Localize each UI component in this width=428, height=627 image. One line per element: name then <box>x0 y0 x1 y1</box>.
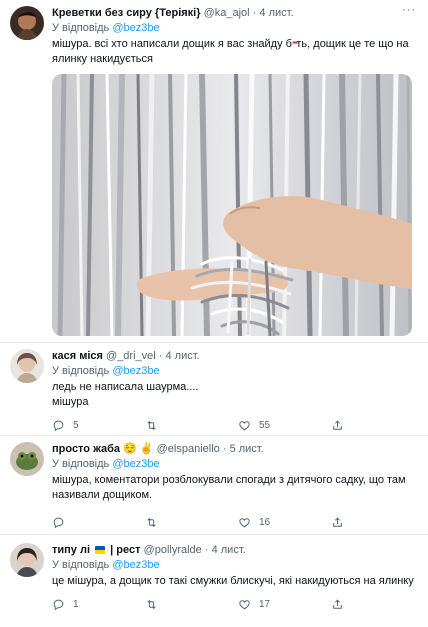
tinsel-photo[interactable] <box>52 74 412 336</box>
user-handle[interactable]: @ka_ajol <box>204 7 250 19</box>
tweet-actions: 5 55 <box>52 419 424 432</box>
share-icon <box>331 516 344 529</box>
tweet-header: Креветки без сиру {Теріякі} @ka_ajol · 4… <box>52 6 420 20</box>
tweet-4[interactable]: типу лі | рест @pollyralde · 4 лист. У в… <box>0 535 428 627</box>
user-handle[interactable]: @elspaniello <box>157 443 220 455</box>
retweet-icon <box>145 419 158 432</box>
avatar[interactable] <box>10 349 44 383</box>
share-icon <box>331 419 344 432</box>
reply-context: У відповідь @bez3be <box>52 559 160 571</box>
reply-button[interactable]: 1 <box>52 598 145 611</box>
retweet-icon <box>145 598 158 611</box>
tweet-2[interactable]: кася міся @_dri_vel · 4 лист. У відповід… <box>0 343 428 436</box>
tweet-header: просто жаба 😌 ✌️ @elspaniello · 5 лист. <box>52 442 420 456</box>
tweet-header: типу лі | рест @pollyralde · 4 лист. <box>52 543 420 557</box>
retweet-icon <box>145 516 158 529</box>
display-name[interactable]: Креветки без сиру {Теріякі} <box>52 7 201 19</box>
reply-to-link[interactable]: @bez3be <box>112 22 159 34</box>
share-button[interactable] <box>331 598 424 611</box>
avatar[interactable] <box>10 543 44 577</box>
tweet-actions: 16 <box>52 516 424 529</box>
share-button[interactable] <box>331 419 424 432</box>
display-name[interactable]: типу лі <box>52 544 90 556</box>
reply-to-link[interactable]: @bez3be <box>112 365 159 377</box>
reply-count: 1 <box>73 599 79 610</box>
like-count: 17 <box>259 599 271 610</box>
retweet-button[interactable] <box>145 419 238 432</box>
avatar[interactable] <box>10 6 44 40</box>
retweet-button[interactable] <box>145 598 238 611</box>
heart-icon <box>238 598 251 611</box>
reply-count: 5 <box>73 420 79 431</box>
tweet-text: мішура. всі хто написали дощик я вас зна… <box>52 38 409 65</box>
timestamp[interactable]: · 4 лист. <box>253 7 294 19</box>
timestamp[interactable]: · 5 лист. <box>223 443 264 455</box>
heart-icon <box>238 419 251 432</box>
user-handle[interactable]: @_dri_vel <box>106 350 156 362</box>
tweet-text: мішура, коментатори розблокували спогади… <box>52 474 406 501</box>
ukraine-flag-icon <box>95 546 106 555</box>
user-handle[interactable]: @pollyralde <box>144 544 202 556</box>
tweet-text: це мішура, а дощик то такі смужки блиску… <box>52 575 414 587</box>
reply-button[interactable]: 5 <box>52 419 145 432</box>
retweet-button[interactable] <box>145 516 238 529</box>
reply-to-link[interactable]: @bez3be <box>112 559 159 571</box>
like-count: 55 <box>259 420 271 431</box>
reply-to-link[interactable]: @bez3be <box>112 458 159 470</box>
reply-icon <box>52 516 65 529</box>
name-emojis: 😌 ✌️ <box>123 443 154 455</box>
tweet-3[interactable]: просто жаба 😌 ✌️ @elspaniello · 5 лист. … <box>0 436 428 535</box>
reply-icon <box>52 598 65 611</box>
display-name[interactable]: кася міся <box>52 350 103 362</box>
display-name[interactable]: просто жаба <box>52 443 120 455</box>
tweet-1[interactable]: Креветки без сиру {Теріякі} @ka_ajol · 4… <box>0 0 428 343</box>
avatar[interactable] <box>10 442 44 476</box>
tweet-actions: 1 17 <box>52 598 424 611</box>
like-button[interactable]: 17 <box>238 598 331 611</box>
reply-button[interactable] <box>52 516 145 529</box>
like-button[interactable]: 55 <box>238 419 331 432</box>
timestamp[interactable]: · 4 лист. <box>159 350 200 362</box>
more-options-icon[interactable]: ··· <box>402 4 416 16</box>
tweet-header: кася міся @_dri_vel · 4 лист. <box>52 349 420 363</box>
reply-context: У відповідь @bez3be <box>52 458 160 470</box>
display-name-suffix: | рест <box>110 544 141 556</box>
heart-icon <box>238 516 251 529</box>
reply-context: У відповідь @bez3be <box>52 365 160 377</box>
share-icon <box>331 598 344 611</box>
like-button[interactable]: 16 <box>238 516 331 529</box>
tweet-text: ледь не написала шаурма.... мішура <box>52 381 199 408</box>
reply-context: У відповідь @bez3be <box>52 22 160 34</box>
timestamp[interactable]: · 4 лист. <box>205 544 246 556</box>
reply-icon <box>52 419 65 432</box>
share-button[interactable] <box>331 516 424 529</box>
like-count: 16 <box>259 517 271 528</box>
